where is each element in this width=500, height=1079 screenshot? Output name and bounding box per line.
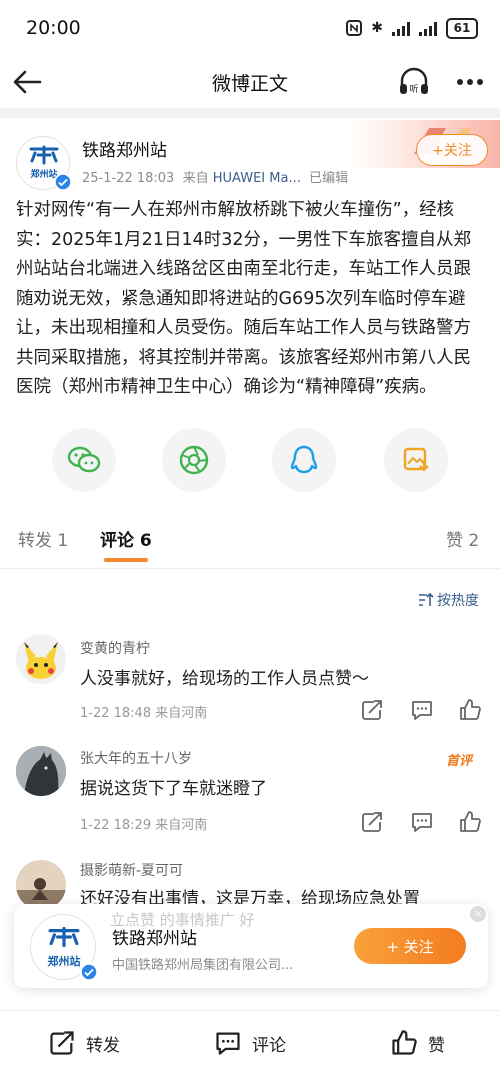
sort-label: 按热度	[437, 593, 479, 609]
verified-badge-icon	[80, 963, 98, 981]
close-icon[interactable]: ×	[470, 906, 486, 922]
signal-icon	[392, 20, 410, 36]
share-moments-button[interactable]	[162, 428, 226, 492]
source-prefix: 来自	[182, 171, 209, 186]
save-image-icon	[403, 447, 429, 472]
thumbs-up-icon	[392, 1030, 417, 1055]
battery-indicator: 61	[446, 17, 478, 39]
interaction-tabs: 转发 1 评论 6 赞 2	[0, 518, 500, 568]
headphones-listen-icon[interactable]: 听	[396, 64, 432, 100]
share-qq-button[interactable]	[272, 428, 336, 492]
repost-label: 转发	[86, 1035, 120, 1056]
tab-comments[interactable]: 评论 6	[100, 526, 152, 551]
commenter-name[interactable]: 张大年的五十八岁	[80, 748, 192, 768]
popup-author-name[interactable]: 铁路郑州站	[112, 924, 197, 949]
status-bar: 20:00 ✱ 61	[0, 0, 500, 56]
qq-icon	[290, 445, 318, 474]
active-tab-indicator	[104, 558, 148, 562]
share-comment-icon[interactable]	[360, 698, 384, 722]
signal-icon-2	[419, 20, 437, 36]
bottom-action-bar: 转发 评论 赞	[0, 1010, 500, 1079]
monster-avatar-icon	[16, 746, 66, 796]
railway-logo-icon	[29, 145, 59, 165]
follow-button[interactable]: +关注	[416, 134, 488, 166]
tab-reposts[interactable]: 转发 1	[18, 526, 68, 551]
share-comment-icon[interactable]	[360, 810, 384, 834]
verified-badge-icon	[54, 173, 72, 191]
nav-bar: 微博正文 听	[0, 56, 500, 108]
railway-logo-icon	[48, 926, 80, 948]
post-header: 郑州站 铁路郑州站 25-1-22 18:03 来自 HUAWEI Ma... …	[0, 120, 500, 194]
commenter-avatar[interactable]	[16, 634, 66, 684]
reply-comment-icon[interactable]	[410, 810, 434, 834]
comment-icon	[216, 1032, 240, 1055]
bluetooth-icon: ✱	[371, 20, 383, 36]
popup-author-description: 中国铁路郑州局集团有限公司...	[112, 958, 294, 973]
listen-label: 听	[409, 84, 418, 95]
reply-comment-icon[interactable]	[410, 698, 434, 722]
wechat-icon	[67, 446, 101, 473]
like-comment-icon[interactable]	[458, 810, 482, 834]
more-icon[interactable]	[452, 64, 488, 100]
author-name[interactable]: 铁路郑州站	[82, 136, 167, 161]
moments-icon	[179, 445, 209, 475]
edited-label[interactable]: 已编辑	[309, 171, 348, 186]
commenter-name[interactable]: 变黄的青柠	[80, 638, 150, 658]
comment-text: 人没事就好，给现场的工作人员点赞～	[80, 669, 369, 689]
share-wechat-button[interactable]	[52, 428, 116, 492]
repost-icon	[50, 1031, 74, 1055]
commenter-name[interactable]: 摄影萌新-夏可可	[80, 860, 183, 880]
post-meta: 25-1-22 18:03 来自 HUAWEI Ma... 已编辑	[82, 167, 348, 186]
like-button[interactable]: 赞	[390, 1029, 445, 1057]
status-icons: ✱ 61	[346, 17, 478, 39]
comment-meta: 1-22 18:48 来自河南	[80, 706, 208, 721]
share-row	[0, 428, 500, 494]
post-date: 25-1-22 18:03	[82, 171, 175, 186]
post-text: 针对网传“有一人在郑州市解放桥跳下被火车撞伤”，经核实：2025年1月21日14…	[16, 200, 471, 397]
back-arrow-icon[interactable]	[10, 64, 46, 100]
comment-button[interactable]: 评论	[214, 1029, 286, 1057]
comment-meta: 1-22 18:29 来自河南	[80, 818, 208, 833]
page-title: 微博正文	[211, 72, 288, 95]
pikachu-avatar-icon	[24, 642, 58, 679]
save-image-button[interactable]	[384, 428, 448, 492]
status-time: 20:00	[26, 17, 81, 39]
first-comment-badge: 首评	[446, 754, 473, 769]
comment-text: 据说这货下了车就迷瞪了	[80, 779, 267, 799]
sort-button[interactable]: 按热度	[418, 590, 479, 610]
follow-popup-card: 立点赞 的事情推广 好 × 郑州站 铁路郑州站 中国铁路郑州局集团有限公司...…	[14, 904, 488, 988]
tabs-divider	[0, 568, 500, 569]
like-label: 赞	[428, 1035, 445, 1056]
commenter-avatar[interactable]	[16, 746, 66, 796]
section-divider	[0, 108, 500, 118]
popup-follow-button[interactable]: + 关注	[354, 928, 466, 964]
author-avatar[interactable]: 郑州站	[16, 136, 72, 191]
post-source[interactable]: HUAWEI Ma...	[213, 171, 301, 186]
sort-icon	[419, 593, 434, 606]
photo-avatar-icon	[16, 860, 66, 910]
popup-author-avatar[interactable]: 郑州站	[30, 914, 98, 981]
like-comment-icon[interactable]	[458, 698, 482, 722]
tab-likes[interactable]: 赞 2	[446, 526, 479, 551]
repost-button[interactable]: 转发	[48, 1029, 120, 1057]
nfc-icon	[346, 20, 363, 36]
comment-label: 评论	[252, 1035, 286, 1056]
commenter-avatar[interactable]	[16, 860, 66, 910]
